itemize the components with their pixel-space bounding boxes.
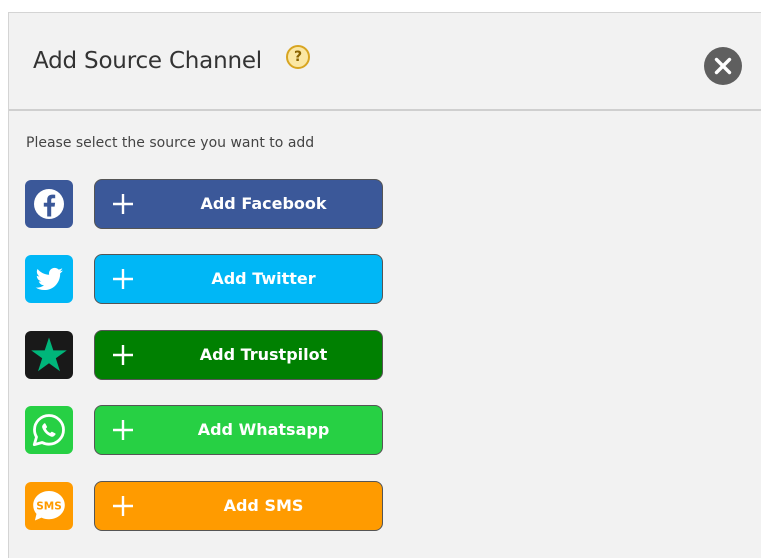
add-twitter-label: Add Twitter [211, 269, 316, 288]
whatsapp-icon [25, 406, 73, 454]
add-facebook-label: Add Facebook [200, 194, 327, 213]
plus-icon [113, 420, 133, 440]
instruction-text: Please select the source you want to add [26, 135, 315, 151]
help-icon[interactable]: ? [286, 45, 310, 69]
plus-icon [113, 269, 133, 289]
add-sms-label: Add SMS [223, 496, 304, 515]
twitter-icon [25, 255, 73, 303]
add-twitter-button[interactable]: Add Twitter [94, 254, 383, 304]
add-sms-button[interactable]: Add SMS [94, 481, 383, 531]
source-row-facebook: Add Facebook [25, 179, 385, 231]
close-button[interactable] [704, 47, 742, 85]
add-facebook-button[interactable]: Add Facebook [94, 179, 383, 229]
add-source-dialog: Add Source Channel ? Please select the s… [8, 12, 761, 558]
add-trustpilot-button[interactable]: Add Trustpilot [94, 330, 383, 380]
dialog-title: Add Source Channel [33, 48, 262, 74]
close-icon [714, 57, 732, 75]
facebook-icon [25, 180, 73, 228]
sms-icon-text: SMS [36, 501, 62, 513]
plus-icon [113, 345, 133, 365]
add-whatsapp-label: Add Whatsapp [197, 420, 330, 439]
add-whatsapp-button[interactable]: Add Whatsapp [94, 405, 383, 455]
source-row-whatsapp: Add Whatsapp [25, 405, 385, 457]
dialog-header: Add Source Channel ? [9, 13, 761, 111]
source-row-twitter: Add Twitter [25, 254, 385, 306]
plus-icon [113, 194, 133, 214]
trustpilot-icon [25, 331, 73, 379]
source-row-sms: SMS Add SMS [25, 481, 385, 533]
sms-icon: SMS [25, 482, 73, 530]
add-trustpilot-label: Add Trustpilot [199, 345, 328, 364]
source-row-trustpilot: Add Trustpilot [25, 330, 385, 382]
plus-icon [113, 496, 133, 516]
